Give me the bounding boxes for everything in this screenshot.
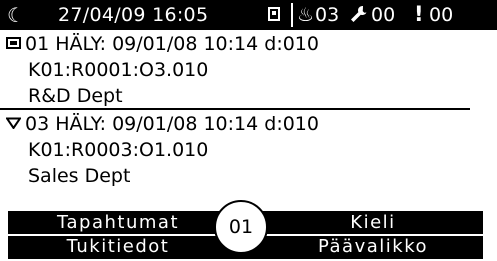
alarm-item-2-location: Sales Dept bbox=[28, 165, 131, 187]
status-divider bbox=[291, 3, 293, 27]
status-bar: ☾ 27/04/09 16:05 ♨ 03 00 ! 00 bbox=[0, 0, 497, 30]
alarm-item-2-address: K01:R0003:O1.010 bbox=[28, 139, 209, 161]
alarm-header-text: 01 HÄLY: 09/01/08 10:14 d:010 bbox=[25, 33, 319, 55]
alert-count: 00 bbox=[429, 4, 454, 26]
alarm-item-2-header[interactable]: 03 HÄLY: 09/01/08 10:14 d:010 bbox=[6, 112, 319, 136]
triangle-icon bbox=[6, 117, 21, 129]
softkey-language[interactable]: Kieli bbox=[263, 212, 483, 234]
panel-icon bbox=[6, 37, 21, 49]
alarm-item-1-header[interactable]: 01 HÄLY: 09/01/08 10:14 d:010 bbox=[6, 32, 319, 56]
exclamation-icon: ! bbox=[414, 2, 424, 26]
wrench-icon bbox=[349, 3, 369, 28]
softkey-support-info[interactable]: Tukitiedot bbox=[8, 236, 228, 258]
moon-icon: ☾ bbox=[7, 3, 25, 27]
softkey-main-menu[interactable]: Päävalikko bbox=[263, 236, 483, 258]
fire-icon: ♨ bbox=[297, 4, 315, 26]
fault-count: 00 bbox=[371, 4, 396, 26]
softkey-events[interactable]: Tapahtumat bbox=[8, 212, 228, 234]
panel-icon bbox=[268, 7, 280, 21]
alarm-divider bbox=[0, 108, 470, 110]
status-datetime: 27/04/09 16:05 bbox=[58, 4, 209, 26]
page-number-badge: 01 bbox=[214, 200, 268, 254]
fire-count: 03 bbox=[315, 4, 340, 26]
alarm-header-text: 03 HÄLY: 09/01/08 10:14 d:010 bbox=[25, 113, 319, 135]
alarm-item-1-address: K01:R0001:O3.010 bbox=[28, 59, 209, 81]
alarm-item-1-location: R&D Dept bbox=[28, 85, 123, 107]
